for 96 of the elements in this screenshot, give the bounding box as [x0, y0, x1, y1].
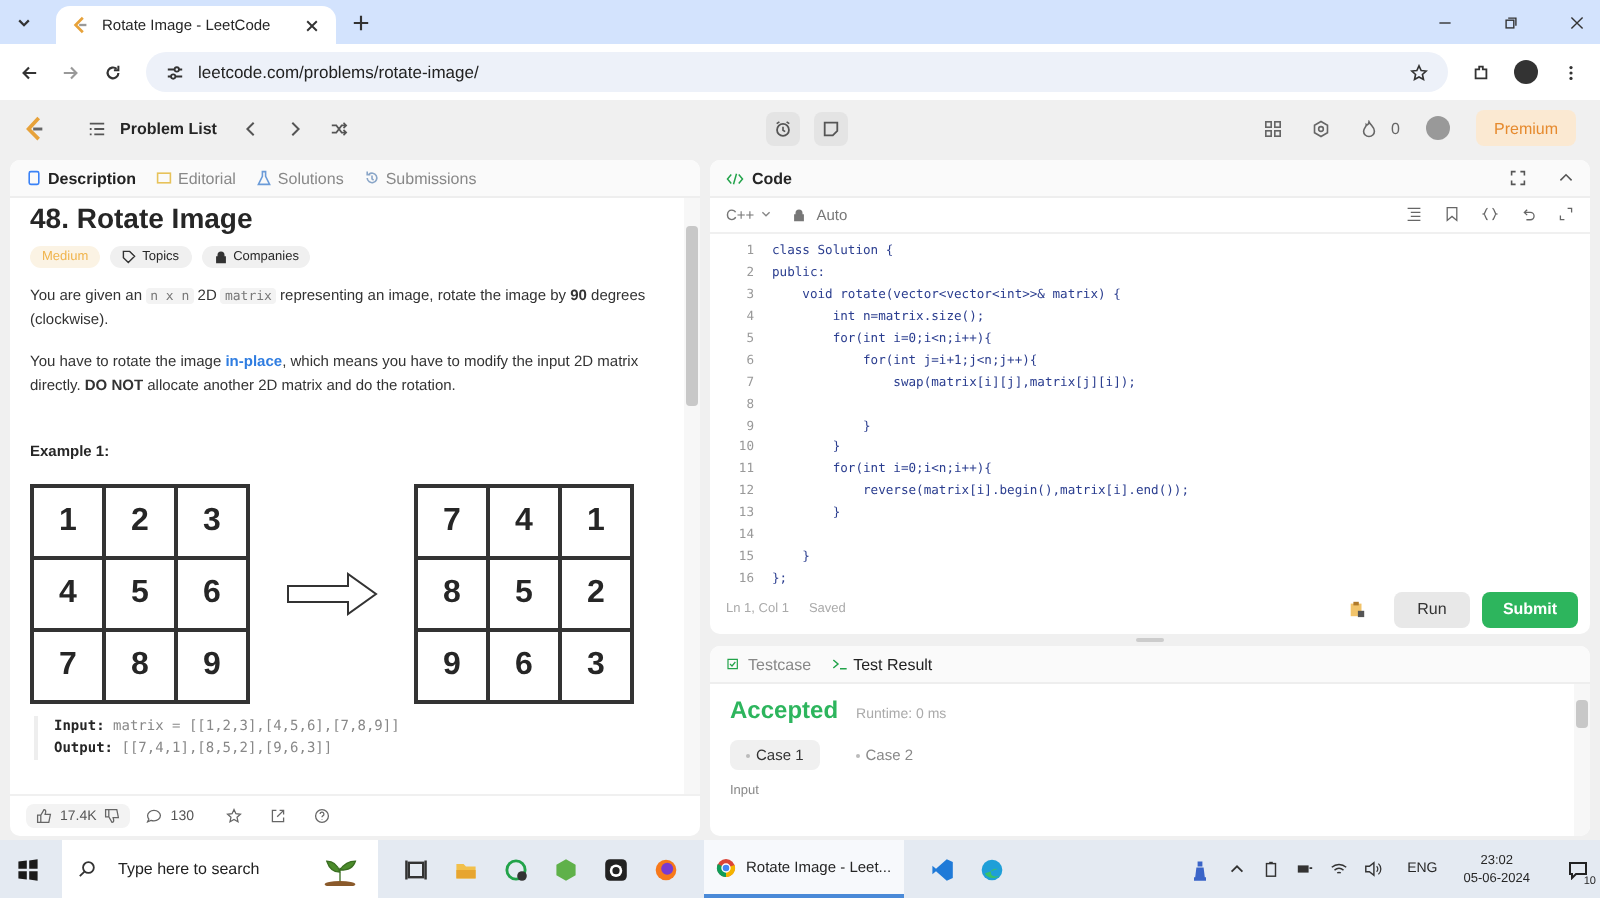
- panel-tab[interactable]: Testcase: [726, 655, 812, 673]
- tab-icon: [363, 170, 380, 186]
- scrollbar-thumb[interactable]: [686, 226, 698, 406]
- matrix-cell: 5: [104, 558, 176, 630]
- lock-icon: [792, 207, 807, 222]
- run-button[interactable]: Run: [1394, 591, 1470, 628]
- panel-tab[interactable]: Description: [26, 169, 137, 187]
- tab-list-icon[interactable]: [16, 14, 32, 30]
- terminal-icon: [831, 656, 848, 672]
- matrix-cell: 9: [176, 630, 248, 702]
- close-icon[interactable]: [1570, 15, 1584, 29]
- wifi-icon[interactable]: [1329, 860, 1348, 878]
- matrix-cell: 3: [560, 630, 632, 702]
- help-icon[interactable]: [313, 808, 330, 824]
- site-settings-icon[interactable]: [166, 63, 184, 81]
- tab-icon: [255, 170, 272, 186]
- browser-icon[interactable]: [654, 857, 678, 881]
- matrix-cell: 6: [176, 558, 248, 630]
- panel-title: Code: [752, 169, 792, 187]
- matrix-cell: 7: [32, 630, 104, 702]
- thumbs-down-icon: [104, 808, 121, 824]
- profile-avatar[interactable]: [1514, 60, 1538, 84]
- back-icon[interactable]: [20, 63, 38, 81]
- resize-handle[interactable]: [1136, 638, 1164, 642]
- braces-icon[interactable]: [1482, 206, 1498, 223]
- tag-icon: [122, 250, 137, 264]
- matrix-cell: 5: [488, 558, 560, 630]
- matrix-cell: 9: [416, 630, 488, 702]
- problem-title: 48. Rotate Image: [30, 202, 255, 234]
- star-icon[interactable]: [225, 808, 242, 824]
- matrix-cell: 7: [416, 486, 488, 558]
- alarm-clock-icon: [773, 119, 791, 137]
- format-icon[interactable]: [1406, 206, 1422, 223]
- message-icon: [1568, 859, 1588, 879]
- matrix-cell: 2: [104, 486, 176, 558]
- streak-count: 0: [1391, 119, 1400, 137]
- note-icon: [821, 119, 839, 137]
- flame-icon: [1359, 119, 1378, 137]
- extensions-icon[interactable]: [1472, 63, 1490, 81]
- caret-icon: [760, 208, 773, 221]
- task-view-icon[interactable]: [404, 857, 428, 881]
- undo-icon[interactable]: [1520, 206, 1536, 223]
- verdict-label: Accepted: [730, 696, 839, 724]
- battery-icon[interactable]: [1261, 860, 1280, 878]
- notes-button[interactable]: [813, 111, 847, 145]
- lock-icon: [213, 250, 228, 264]
- chevron-up-icon[interactable]: [1227, 860, 1246, 878]
- settings-icon[interactable]: [1311, 119, 1330, 137]
- bookmark-star-icon[interactable]: [1410, 63, 1428, 81]
- matrix-cell: 1: [560, 486, 632, 558]
- chat-app-icon[interactable]: [504, 857, 528, 881]
- problem-list-link[interactable]: Problem List: [120, 119, 217, 137]
- matrix-cell: 2: [560, 558, 632, 630]
- matrix-cell: 8: [416, 558, 488, 630]
- grid-icon[interactable]: [1263, 119, 1282, 137]
- collapse-icon[interactable]: [1558, 170, 1574, 186]
- tab-icon: [26, 170, 42, 186]
- new-tab-icon[interactable]: [352, 13, 370, 31]
- chrome-icon: [716, 857, 736, 877]
- bookmark-icon[interactable]: [1444, 206, 1460, 223]
- forward-icon[interactable]: [62, 63, 80, 81]
- search-input[interactable]: Type here to search: [114, 858, 300, 880]
- leetcode-logo-icon[interactable]: [24, 115, 46, 141]
- matrix-cell: 4: [32, 558, 104, 630]
- speaker-icon[interactable]: [1363, 860, 1382, 878]
- search-icon: [78, 860, 96, 878]
- close-icon[interactable]: [304, 17, 320, 33]
- shuffle-icon[interactable]: [330, 119, 349, 137]
- address-bar[interactable]: leetcode.com/problems/rotate-image/: [146, 52, 1448, 92]
- code-icon: [726, 169, 744, 187]
- matrix-cell: 1: [32, 486, 104, 558]
- matrix-cell: 6: [488, 630, 560, 702]
- panel-tab[interactable]: Test Result: [831, 655, 933, 673]
- tab-icon: [156, 170, 173, 186]
- taskbar-search-bar[interactable]: Type here to search: [62, 840, 378, 898]
- maximize-icon[interactable]: [1510, 170, 1526, 186]
- checkbox-icon: [726, 656, 742, 672]
- restore-icon[interactable]: [1504, 15, 1518, 29]
- matrix-cell: 4: [488, 486, 560, 558]
- arrow-icon: [286, 572, 378, 616]
- start-icon[interactable]: [16, 857, 40, 881]
- thumbs-up-icon: [36, 808, 52, 824]
- matrix-cell: 3: [176, 486, 248, 558]
- site-logo-icon: [72, 16, 90, 34]
- share-icon[interactable]: [269, 808, 286, 824]
- scrollbar-thumb[interactable]: [1576, 700, 1588, 728]
- network-icon[interactable]: [1295, 860, 1314, 878]
- clipboard-icon[interactable]: [1348, 600, 1366, 619]
- reload-icon[interactable]: [104, 63, 122, 81]
- matrix-cell: 8: [104, 630, 176, 702]
- list-icon: [88, 119, 106, 137]
- timer-button[interactable]: [765, 111, 799, 145]
- next-icon[interactable]: [286, 119, 305, 137]
- comment-icon: [146, 808, 163, 824]
- expand-icon[interactable]: [1558, 206, 1574, 223]
- code-editor-icon[interactable]: [929, 857, 954, 881]
